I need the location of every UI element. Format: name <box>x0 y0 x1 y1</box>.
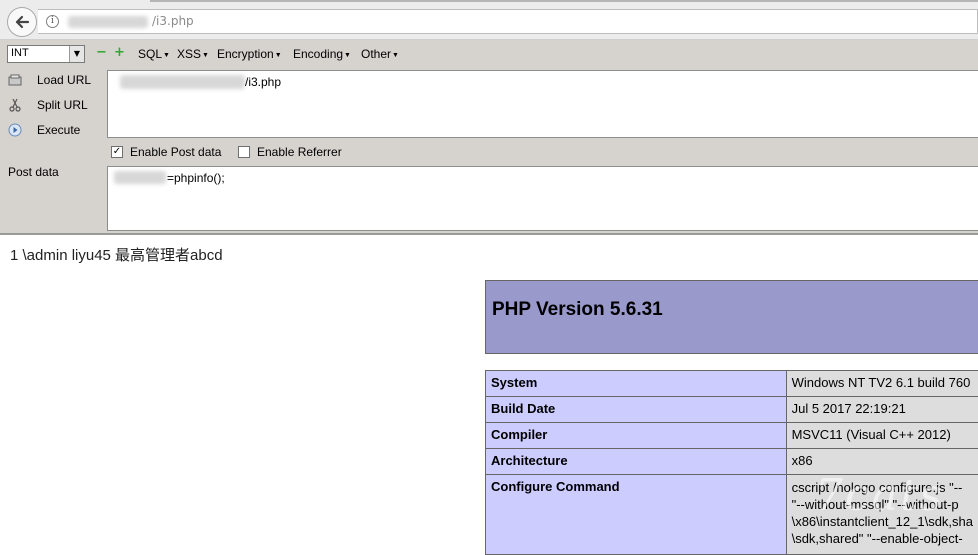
configure-line: \x86\instantclient_12_1\sdk,sha <box>792 513 973 530</box>
menu-encryption[interactable]: Encryption▼ <box>217 47 282 61</box>
tab-strip-edge <box>150 0 978 2</box>
enable-post-label: Enable Post data <box>130 145 221 159</box>
scissors-icon <box>8 98 22 112</box>
table-row: Build Date Jul 5 2017 22:19:21 <box>486 397 978 423</box>
enable-referrer-checkbox[interactable] <box>238 146 250 158</box>
redacted-host <box>68 16 148 28</box>
load-url-label: Load URL <box>37 73 91 87</box>
browser-toolbar: i /i3.php <box>0 0 978 40</box>
redacted-param <box>114 171 166 184</box>
row-value: Windows NT TV2 6.1 build 760 <box>786 371 978 397</box>
post-data-textarea[interactable]: =phpinfo(); <box>107 166 978 231</box>
menu-encoding[interactable]: Encoding▼ <box>293 47 351 61</box>
table-row: Configure Command cscript /nologo config… <box>486 475 978 555</box>
play-icon <box>8 123 22 137</box>
hackbar-toolbar: INT ▼ − + SQL▼ XSS▼ Encryption▼ Encoding… <box>0 40 978 70</box>
info-icon[interactable]: i <box>46 15 59 28</box>
chevron-down-icon[interactable]: ▼ <box>69 46 84 62</box>
table-row: Compiler MSVC11 (Visual C++ 2012) <box>486 423 978 449</box>
url-textarea[interactable]: /i3.php <box>107 70 978 138</box>
panel-divider[interactable] <box>0 233 978 235</box>
row-value: Jul 5 2017 22:19:21 <box>786 397 978 423</box>
configure-line: cscript /nologo configure.js "-- <box>792 479 973 496</box>
row-value: cscript /nologo configure.js "-- "--with… <box>786 475 978 555</box>
type-select[interactable]: INT ▼ <box>7 45 85 63</box>
execute-button[interactable]: Execute <box>8 121 103 141</box>
row-key: Compiler <box>486 423 787 449</box>
row-key: System <box>486 371 787 397</box>
back-button[interactable] <box>7 7 37 37</box>
row-key: Configure Command <box>486 475 787 555</box>
minus-icon[interactable]: − <box>96 48 107 59</box>
row-key: Architecture <box>486 449 787 475</box>
address-bar[interactable]: i /i3.php <box>38 9 978 34</box>
split-url-label: Split URL <box>37 98 88 112</box>
php-info-table: System Windows NT TV2 6.1 build 760 Buil… <box>485 370 978 555</box>
type-select-value: INT <box>11 47 29 59</box>
back-arrow-icon <box>14 14 30 30</box>
post-data-label: Post data <box>8 165 59 179</box>
configure-line: "--without-mssql" "--without-p <box>792 496 973 513</box>
table-row: Architecture x86 <box>486 449 978 475</box>
menu-sql[interactable]: SQL▼ <box>138 47 170 61</box>
split-url-button[interactable]: Split URL <box>8 96 103 116</box>
php-version-header: PHP Version 5.6.31 <box>485 280 978 354</box>
post-data-value: =phpinfo(); <box>167 171 225 185</box>
load-icon <box>8 73 22 87</box>
row-value: x86 <box>786 449 978 475</box>
options-row: ✓ Enable Post data Enable Referrer <box>108 144 978 162</box>
address-text: /i3.php <box>152 14 194 28</box>
configure-line: \sdk,shared" "--enable-object- <box>792 530 973 547</box>
load-url-button[interactable]: Load URL <box>8 71 103 91</box>
enable-post-checkbox[interactable]: ✓ <box>111 146 123 158</box>
enable-referrer-label: Enable Referrer <box>257 145 342 159</box>
hackbar-panel: INT ▼ − + SQL▼ XSS▼ Encryption▼ Encoding… <box>0 40 978 234</box>
row-value: MSVC11 (Visual C++ 2012) <box>786 423 978 449</box>
query-result-text: 1 \admin liyu45 最高管理者abcd <box>10 244 223 265</box>
redacted-host <box>120 75 245 89</box>
url-textarea-value: /i3.php <box>245 75 281 89</box>
table-row: System Windows NT TV2 6.1 build 760 <box>486 371 978 397</box>
plus-icon[interactable]: + <box>114 48 125 59</box>
menu-other[interactable]: Other▼ <box>361 47 399 61</box>
php-version-title: PHP Version 5.6.31 <box>492 299 663 321</box>
execute-label: Execute <box>37 123 80 137</box>
row-key: Build Date <box>486 397 787 423</box>
menu-xss[interactable]: XSS▼ <box>177 47 209 61</box>
